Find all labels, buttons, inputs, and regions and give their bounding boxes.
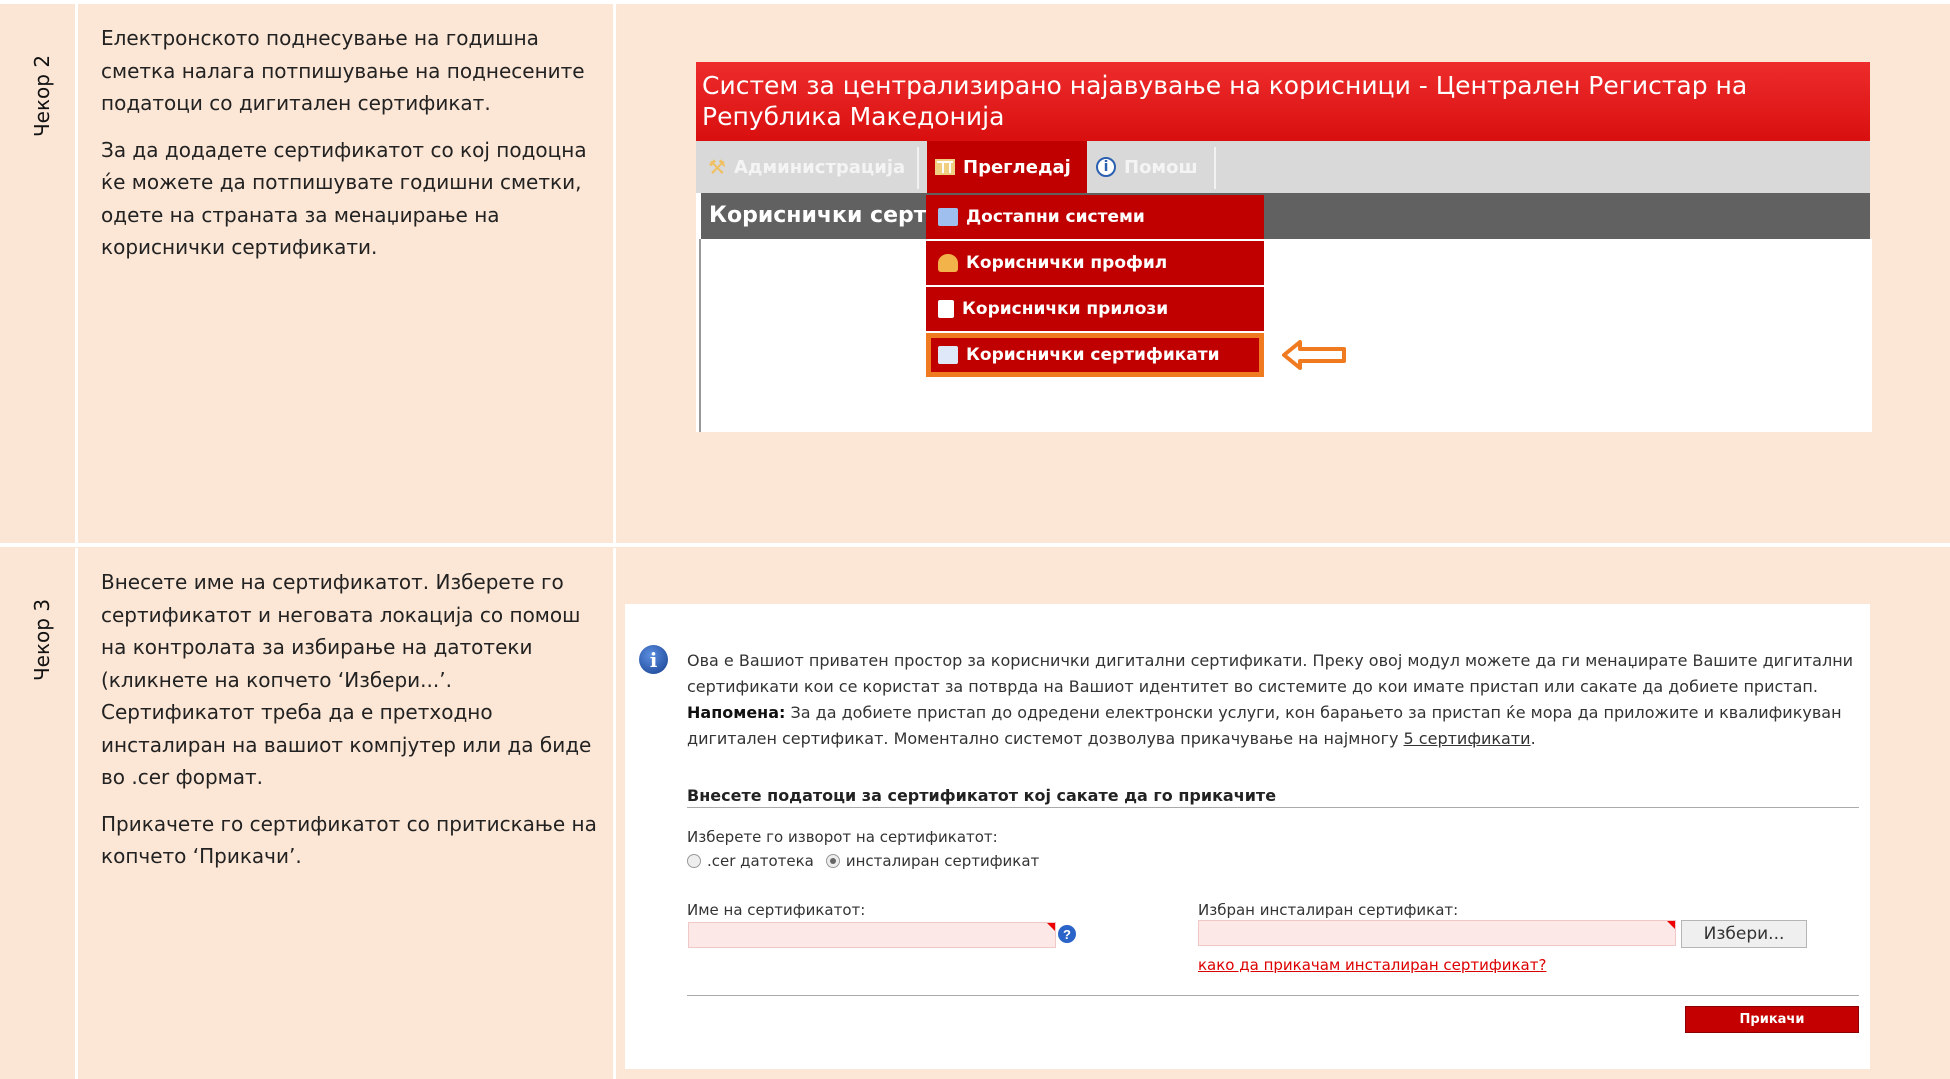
step-2-label: Чекор 2 — [29, 54, 54, 138]
page-content — [699, 239, 1872, 432]
nav-divider — [1214, 147, 1216, 189]
user-icon — [938, 254, 958, 272]
tools-icon: ⚒ — [708, 155, 726, 179]
nav-view-label: Прегледај — [963, 156, 1071, 178]
nav-administration-label: Администрација — [733, 156, 906, 178]
sso-app-screenshot: Систем за централизирано најавување на к… — [696, 62, 1872, 432]
radio-label: .cer датотека — [707, 852, 814, 870]
view-dropdown-menu: Достапни системи Кориснички профил Корис… — [926, 195, 1264, 379]
how-to-attach-link[interactable]: како да прикачам инсталиран сертификат? — [1198, 956, 1546, 974]
form-divider — [687, 995, 1859, 996]
step-3-paragraph-2: Прикачете го сертификатот со притискање … — [101, 811, 597, 869]
nav-divider — [917, 147, 919, 189]
installed-certificate-input[interactable] — [1198, 920, 1676, 946]
instruction-table: Чекор 2 Електронското поднесување на год… — [0, 0, 1950, 1079]
certificate-limit: 5 сертификати — [1403, 729, 1531, 748]
note-label: Напомена: — [687, 703, 786, 722]
pointer-arrow-icon — [1282, 340, 1346, 370]
radio-cer-file[interactable]: .cer датотека — [687, 852, 814, 870]
info-text: Ова е Вашиот приватен простор за корисни… — [687, 651, 1854, 696]
section-title: Внесете податоци за сертификатот кој сак… — [687, 786, 1859, 808]
info-panel: Ова е Вашиот приватен простор за корисни… — [687, 648, 1857, 752]
menu-item-label: Кориснички прилози — [962, 299, 1169, 319]
installed-certificate-label: Избран инсталиран сертификат: — [1198, 901, 1459, 919]
step-2-paragraph-2: За да додадете сертификатот со кој подоц… — [101, 137, 587, 260]
note-text: Напомена: За да добиете пристап до одред… — [687, 700, 1857, 752]
step-3-description: Внесете име на сертификатот. Изберете го… — [78, 548, 613, 1079]
choose-button[interactable]: Избери... — [1681, 920, 1807, 948]
menu-item-user-profile[interactable]: Кориснички профил — [926, 241, 1264, 285]
info-icon: i — [1096, 157, 1116, 177]
certificate-name-label: Име на сертификатот: — [687, 901, 866, 919]
menu-item-label: Кориснички сертификати — [966, 345, 1220, 365]
column-divider — [613, 548, 616, 1079]
radio-button[interactable] — [687, 854, 701, 868]
app-header-title: Систем за централизирано најавување на к… — [696, 62, 1870, 141]
nav-help[interactable]: i Помош — [1096, 141, 1198, 193]
step-3-paragraph-1: Внесете име на сертификатот. Изберете го… — [101, 570, 592, 789]
column-divider — [613, 4, 616, 543]
radio-button-selected[interactable] — [825, 854, 840, 868]
step-2-cell: Чекор 2 — [8, 4, 75, 543]
page-title: Кориснички серти — [701, 193, 1870, 239]
certificate-form-screenshot: i Ова е Вашиот приватен простор за корис… — [625, 604, 1870, 1069]
certificate-icon — [938, 346, 958, 364]
step-2-description: Електронското поднесување на годишна сме… — [78, 4, 613, 543]
main-nav: ⚒ Администрација Прегледај i Помош — [696, 141, 1870, 193]
menu-item-label: Кориснички профил — [966, 253, 1168, 273]
radio-label: инсталиран сертификат — [845, 852, 1040, 870]
attach-button[interactable]: Прикачи — [1685, 1006, 1859, 1033]
menu-item-user-certificates[interactable]: Кориснички сертификати — [926, 333, 1264, 377]
nav-help-label: Помош — [1124, 156, 1198, 178]
document-icon — [938, 300, 954, 318]
note-end: . — [1530, 729, 1536, 748]
row-divider — [0, 543, 1950, 547]
source-label: Изберете го изворот на сертификатот: — [687, 828, 998, 846]
menu-item-label: Достапни системи — [966, 207, 1145, 227]
menu-item-available-systems[interactable]: Достапни системи — [926, 195, 1264, 239]
step-2-paragraph-1: Електронското поднесување на годишна сме… — [101, 26, 585, 115]
certificate-name-input[interactable] — [688, 922, 1056, 948]
step-3-label: Чекор 3 — [29, 598, 54, 682]
nav-administration[interactable]: ⚒ Администрација — [708, 141, 905, 193]
radio-installed-certificate[interactable]: инсталиран сертификат — [825, 852, 1040, 870]
help-icon[interactable]: ? — [1058, 925, 1076, 943]
nav-view[interactable]: Прегледај — [927, 141, 1087, 193]
step-3-cell: Чекор 3 — [8, 548, 75, 1079]
menu-item-user-attachments[interactable]: Кориснички прилози — [926, 287, 1264, 331]
source-radio-group: .cer датотека инсталиран сертификат — [687, 852, 1051, 870]
note-body: За да добиете пристап до одредени електр… — [687, 703, 1842, 748]
systems-icon — [938, 208, 958, 226]
info-icon: i — [639, 645, 668, 674]
grid-icon — [935, 159, 955, 175]
